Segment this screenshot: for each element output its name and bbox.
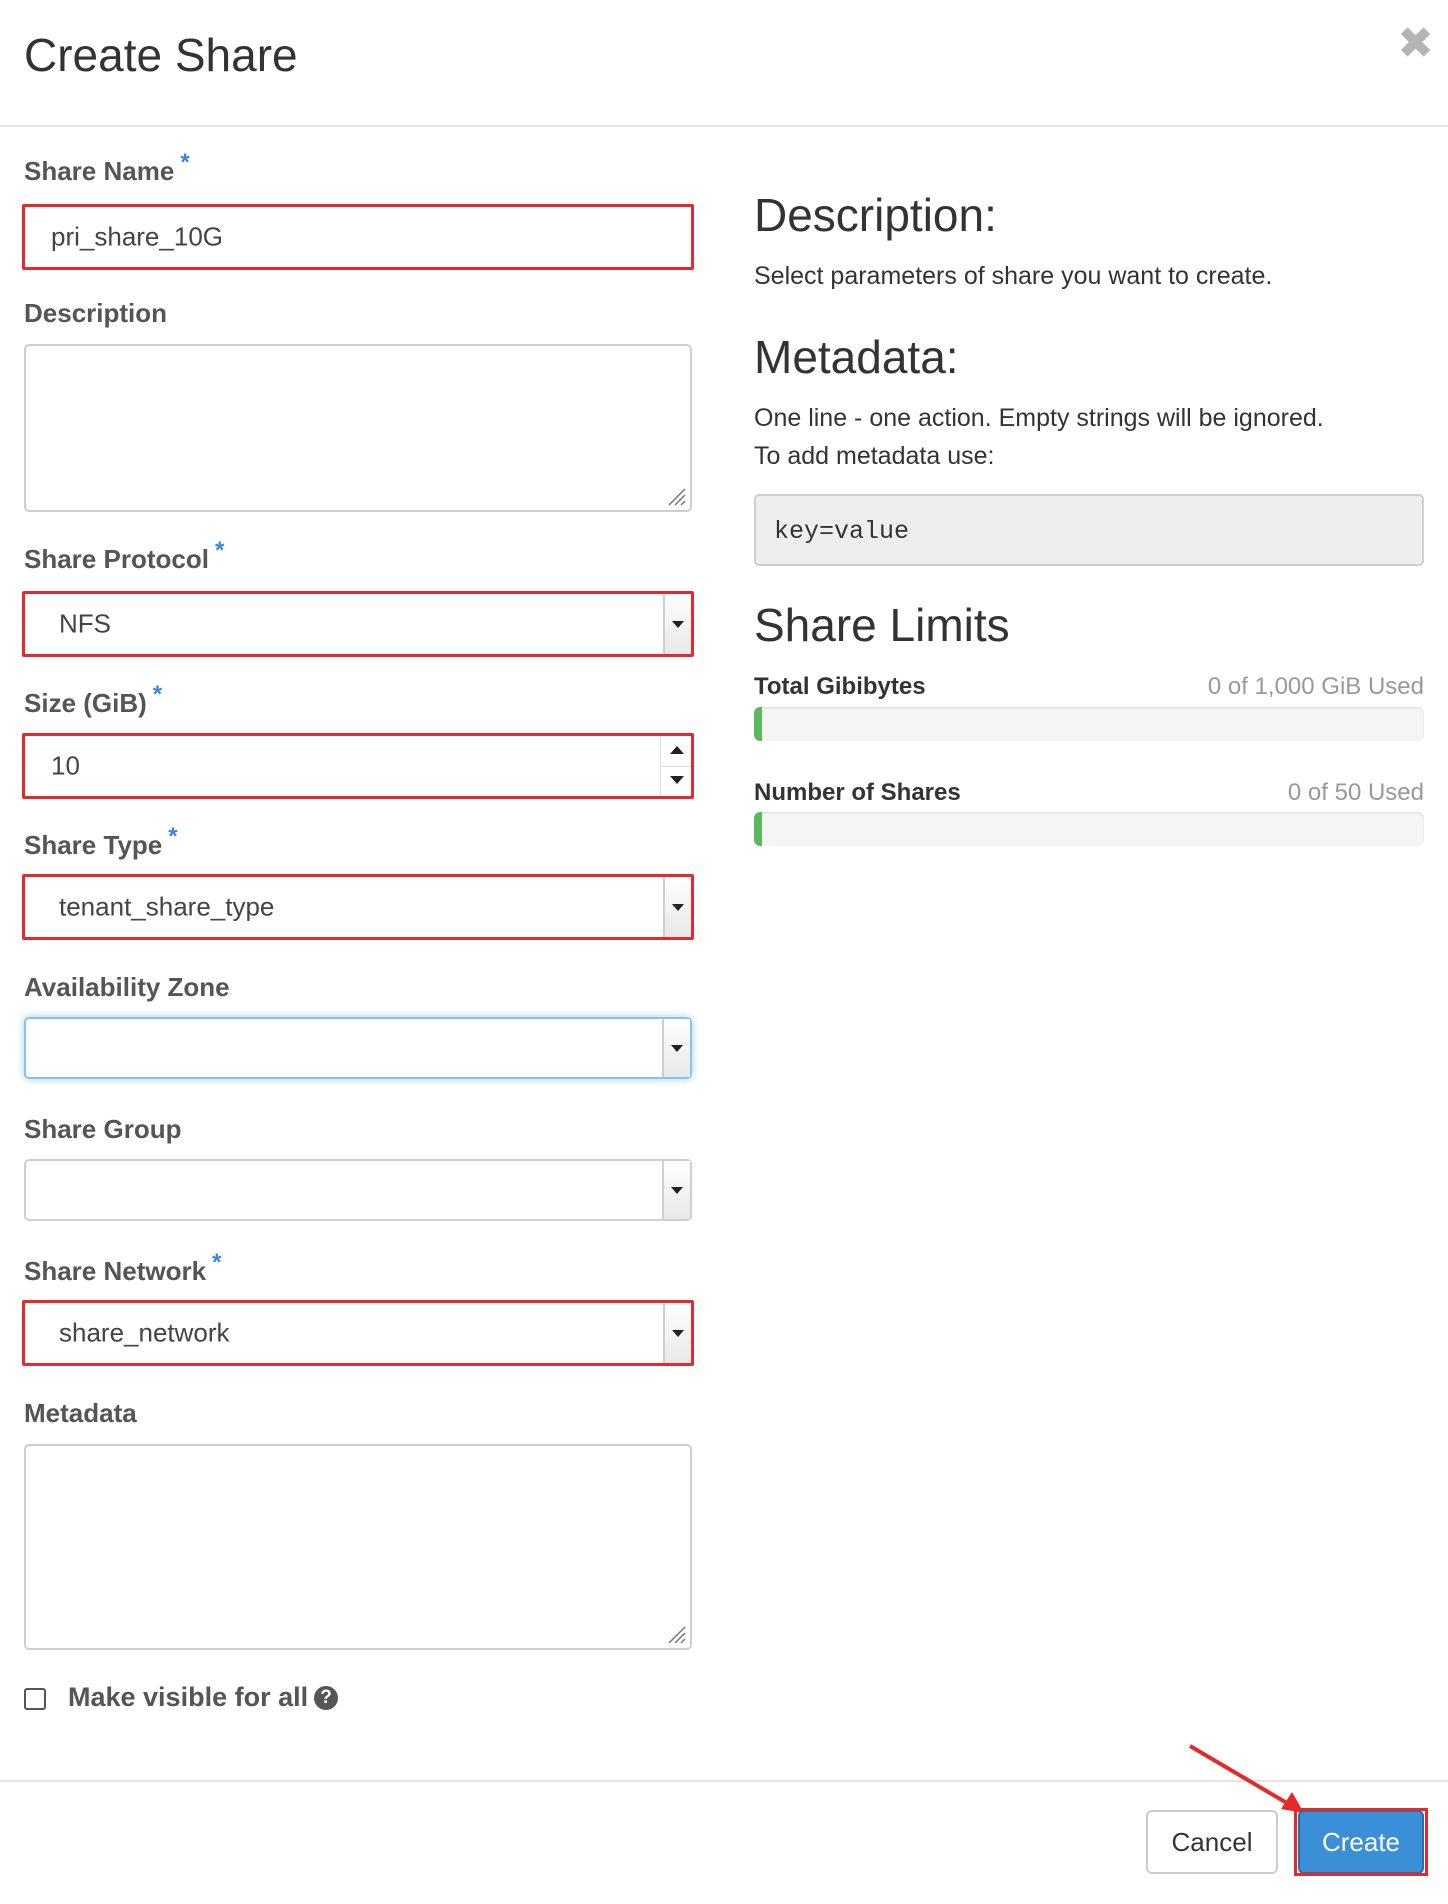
dialog-header: Create Share ✖ <box>0 0 1448 127</box>
metadata-label-text: Metadata <box>24 1398 137 1428</box>
share-group-label-text: Share Group <box>24 1114 182 1144</box>
size-stepper <box>660 736 691 796</box>
availability-zone-label: Availability Zone <box>24 972 230 1003</box>
limit-number-of-shares-fill <box>754 812 762 846</box>
create-share-dialog: Create Share ✖ Share Name * pri_share_10G… <box>0 0 1448 1902</box>
metadata-example-box: key=value <box>754 494 1424 566</box>
limit-total-gibibytes-label: Total Gibibytes <box>754 673 926 700</box>
share-name-label: Share Name * <box>24 149 190 187</box>
required-marker: * <box>152 681 163 708</box>
limit-number-of-shares-used: 0 of 50 Used <box>1287 779 1424 806</box>
share-network-select[interactable]: share_network <box>22 1300 694 1366</box>
size-number-input[interactable]: 10 <box>22 733 694 799</box>
make-visible-checkbox[interactable] <box>24 1688 46 1710</box>
limit-total-gibibytes-bar <box>754 707 1424 741</box>
share-type-label: Share Type * <box>24 823 178 861</box>
create-button[interactable]: Create <box>1298 1810 1424 1874</box>
required-marker: * <box>214 537 225 564</box>
share-limits-heading: Share Limits <box>754 599 1010 651</box>
share-protocol-select[interactable]: NFS <box>22 591 694 657</box>
share-name-value: pri_share_10G <box>51 221 223 252</box>
limit-total-gibibytes-used: 0 of 1,000 GiB Used <box>1207 673 1424 700</box>
share-type-label-text: Share Type <box>24 830 163 860</box>
chevron-down-icon[interactable] <box>662 1161 690 1219</box>
size-label: Size (GiB) * <box>24 681 162 719</box>
description-textarea[interactable] <box>24 344 692 512</box>
availability-zone-label-text: Availability Zone <box>24 972 230 1002</box>
share-type-value: tenant_share_type <box>59 891 275 922</box>
resize-grip-icon[interactable] <box>664 484 686 506</box>
metadata-help-line-1: One line - one action. Empty strings wil… <box>754 404 1324 432</box>
annotation-arrow-icon <box>1188 1744 1304 1813</box>
required-marker: * <box>180 149 190 176</box>
dialog-title: Create Share <box>24 29 298 81</box>
share-network-label-text: Share Network <box>24 1256 207 1286</box>
metadata-help-line-2: To add metadata use: <box>754 442 995 470</box>
chevron-down-icon[interactable] <box>663 594 691 654</box>
close-icon[interactable]: ✖ <box>1397 22 1434 66</box>
share-type-select[interactable]: tenant_share_type <box>22 874 694 940</box>
description-heading: Description: <box>754 189 997 241</box>
share-group-label: Share Group <box>24 1114 181 1145</box>
share-network-value: share_network <box>59 1317 230 1348</box>
required-marker: * <box>168 823 178 850</box>
make-visible-label[interactable]: Make visible for all <box>68 1682 308 1713</box>
availability-zone-select[interactable] <box>24 1017 692 1079</box>
share-name-input[interactable]: pri_share_10G <box>22 204 694 270</box>
metadata-textarea[interactable] <box>24 1444 692 1650</box>
share-protocol-value: NFS <box>59 608 111 639</box>
limit-number-of-shares-bar <box>754 812 1424 846</box>
limit-number-of-shares-label: Number of Shares <box>754 779 961 806</box>
size-label-text: Size (GiB) <box>24 688 147 718</box>
cancel-button[interactable]: Cancel <box>1146 1810 1278 1874</box>
description-help-text: Select parameters of share you want to c… <box>754 262 1273 290</box>
metadata-example-text: key=value <box>774 517 910 546</box>
required-marker: * <box>212 1249 222 1276</box>
increment-arrow-icon[interactable] <box>661 736 691 767</box>
share-protocol-label-text: Share Protocol <box>24 544 209 574</box>
metadata-heading: Metadata: <box>754 331 959 383</box>
description-label-text: Description <box>24 298 168 328</box>
description-label: Description <box>24 298 167 329</box>
chevron-down-icon[interactable] <box>663 1303 691 1363</box>
limit-total-gibibytes-fill <box>754 707 762 741</box>
share-name-label-text: Share Name <box>24 156 175 186</box>
chevron-down-icon[interactable] <box>662 1019 690 1077</box>
resize-grip-icon[interactable] <box>664 1622 686 1644</box>
chevron-down-icon[interactable] <box>663 877 691 937</box>
decrement-arrow-icon[interactable] <box>661 766 691 796</box>
metadata-label: Metadata <box>24 1398 137 1429</box>
share-network-label: Share Network * <box>24 1249 221 1287</box>
share-group-select[interactable] <box>24 1159 692 1221</box>
help-icon[interactable]: ? <box>314 1686 338 1710</box>
size-value: 10 <box>51 750 80 781</box>
share-protocol-label: Share Protocol * <box>24 537 224 575</box>
